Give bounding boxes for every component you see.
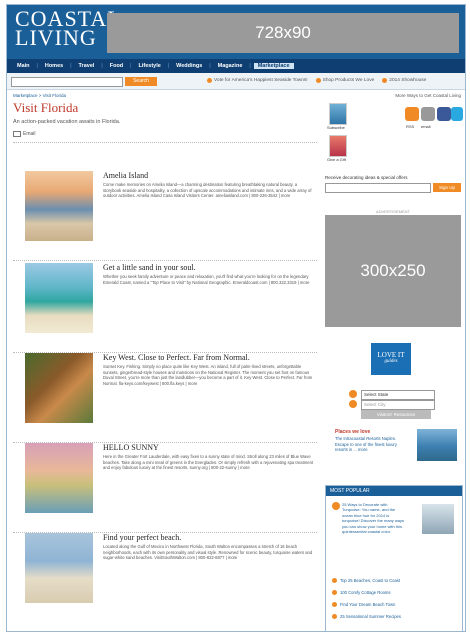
twitter-icon[interactable] — [451, 107, 463, 121]
article-item: Key West. Close to Perfect. Far from Nor… — [13, 353, 317, 443]
article-text: Whether you seek family adventure or pea… — [103, 274, 310, 285]
article-photo[interactable] — [25, 443, 93, 513]
nav-lifestyle[interactable]: Lifestyle — [134, 63, 164, 69]
promo-link[interactable]: Vote for America's Happiest Seaside Town… — [207, 78, 308, 83]
article-title[interactable]: Amelia Island — [103, 171, 148, 180]
number-icon — [332, 614, 337, 619]
popular-item-photo[interactable] — [422, 504, 454, 534]
email-label: email — [421, 124, 431, 129]
gift-cover[interactable] — [329, 135, 347, 157]
article-photo[interactable] — [25, 533, 93, 603]
rss-icon[interactable] — [405, 107, 419, 121]
nav-separator: | — [101, 63, 103, 69]
state-select[interactable]: Select State — [361, 390, 435, 400]
coastal-living-logo[interactable]: COASTAL LIVING — [15, 8, 122, 49]
article-photo[interactable] — [25, 263, 93, 333]
number-icon — [332, 590, 337, 595]
nav-separator: | — [209, 63, 211, 69]
nav-marketplace[interactable]: Marketplace — [253, 63, 294, 69]
places-we-love-heading: Places we love — [335, 429, 371, 435]
number-icon — [332, 602, 337, 607]
page: COASTAL LIVING 728x90 Main | Homes | Tra… — [6, 4, 466, 632]
newsletter-email-input[interactable] — [325, 183, 431, 193]
nav-magazine[interactable]: Magazine — [214, 63, 247, 69]
email-link[interactable]: Email — [13, 131, 317, 137]
bullet-icon — [207, 78, 212, 83]
article-photo[interactable] — [25, 353, 93, 423]
more-ways-heading: More Ways to Get Coastal Living — [395, 93, 461, 98]
visitors-resources-button[interactable]: Visitors' Resources — [361, 410, 431, 419]
article-text: Here in the Greater Fort Lauderdale, wit… — [103, 454, 314, 471]
nav-food[interactable]: Food — [106, 63, 127, 69]
magazine-cover[interactable] — [329, 103, 347, 125]
rectangle-ad[interactable]: 300x250 — [325, 215, 461, 327]
popular-item[interactable]: 100 Comfy Cottage Rooms — [332, 590, 460, 595]
article-text: Located along the Gulf of Mexico in Nort… — [103, 544, 313, 561]
article-text: Come make memories on Amelia Island—a ch… — [103, 182, 312, 199]
bullet-icon — [382, 78, 388, 83]
leaderboard-ad[interactable]: 728x90 — [107, 13, 459, 53]
nav-separator: | — [130, 63, 132, 69]
divider — [13, 260, 317, 261]
article-text: Sunset Key. Fishing. Simply no place qui… — [103, 364, 313, 386]
search-input[interactable] — [11, 77, 123, 87]
masthead: COASTAL LIVING 728x90 — [7, 5, 465, 59]
main-content: Marketplace > Visit Florida Visit Florid… — [13, 93, 317, 603]
nav-separator: | — [167, 63, 170, 69]
bullet-icon — [315, 78, 321, 83]
newsletter-label: Receive decorating ideas & special offer… — [325, 175, 408, 180]
step-2-icon — [349, 400, 357, 408]
promo-link[interactable]: 2014 Showhouse — [382, 78, 426, 83]
promo-links: Vote for America's Happiest Seaside Town… — [207, 78, 426, 83]
popular-item[interactable]: Find Your Dream Beach Town — [332, 602, 460, 607]
rss-label: RSS — [406, 124, 415, 129]
ad-label: ADVERTISEMENT — [376, 209, 410, 214]
article-title[interactable]: HELLO SUNNY — [103, 443, 159, 452]
nav-separator: | — [36, 63, 38, 69]
divider — [13, 142, 317, 143]
step-1-icon — [349, 390, 357, 398]
number-1-icon — [332, 502, 340, 510]
most-popular-heading: MOST POPULAR — [326, 486, 462, 496]
article-item: Get a little sand in your soul. Whether … — [13, 263, 317, 353]
search-bar: Search Vote for America's Happiest Seasi… — [7, 73, 465, 90]
article-item: Amelia Island Come make memories on Amel… — [13, 171, 317, 261]
places-we-love-text[interactable]: The Intracoastal Resorts Naples. Escape … — [335, 436, 405, 453]
envelope-icon — [13, 131, 21, 137]
nav-travel[interactable]: Travel — [75, 63, 99, 69]
nav-homes[interactable]: Homes — [41, 63, 67, 69]
nav-main[interactable]: Main — [13, 63, 34, 69]
article-item: Find your perfect beach. Located along t… — [13, 533, 317, 623]
search-button[interactable]: Search — [125, 77, 157, 86]
popular-item-featured[interactable]: 25 Ways to Decorate with Turquoise: You … — [342, 502, 406, 534]
nav-weddings[interactable]: Weddings — [172, 63, 206, 69]
popular-item[interactable]: 25 Sensational Summer Recipes — [332, 614, 460, 619]
article-photo[interactable] — [25, 171, 93, 241]
article-title[interactable]: Find your perfect beach. — [103, 533, 181, 542]
page-title: Visit Florida — [13, 100, 79, 115]
city-select[interactable]: Select City — [361, 400, 435, 410]
page-subtitle: An action-packed vacation awaits in Flor… — [13, 119, 121, 125]
facebook-icon[interactable] — [437, 107, 451, 121]
promo-link[interactable]: Shop Products We Love — [315, 78, 374, 83]
article-title[interactable]: Get a little sand in your soul. — [103, 263, 196, 272]
email-icon[interactable] — [421, 107, 435, 121]
article-item: HELLO SUNNY Here in the Greater Fort Lau… — [13, 443, 317, 533]
most-popular-box: MOST POPULAR 25 Ways to Decorate with Tu… — [325, 485, 463, 631]
article-title[interactable]: Key West. Close to Perfect. Far from Nor… — [103, 353, 250, 362]
nav-separator: | — [249, 63, 251, 69]
sign-up-button[interactable]: Sign Up — [433, 183, 461, 192]
love-it-guides-badge[interactable]: LOVE IT guides — [371, 343, 411, 375]
nav-separator: | — [70, 63, 72, 69]
places-we-love-photo[interactable] — [417, 429, 457, 461]
subscribe-link[interactable]: Subscribe — [327, 125, 345, 130]
give-gift-link[interactable]: Give a Gift — [327, 157, 346, 162]
sidebar: More Ways to Get Coastal Living Subscrib… — [325, 93, 463, 631]
popular-item[interactable]: Top 25 Beaches, Coast to Coast — [332, 578, 460, 583]
breadcrumb[interactable]: Marketplace > Visit Florida — [13, 93, 317, 98]
number-icon — [332, 578, 337, 583]
main-nav: Main | Homes | Travel | Food | Lifestyle… — [7, 59, 465, 73]
